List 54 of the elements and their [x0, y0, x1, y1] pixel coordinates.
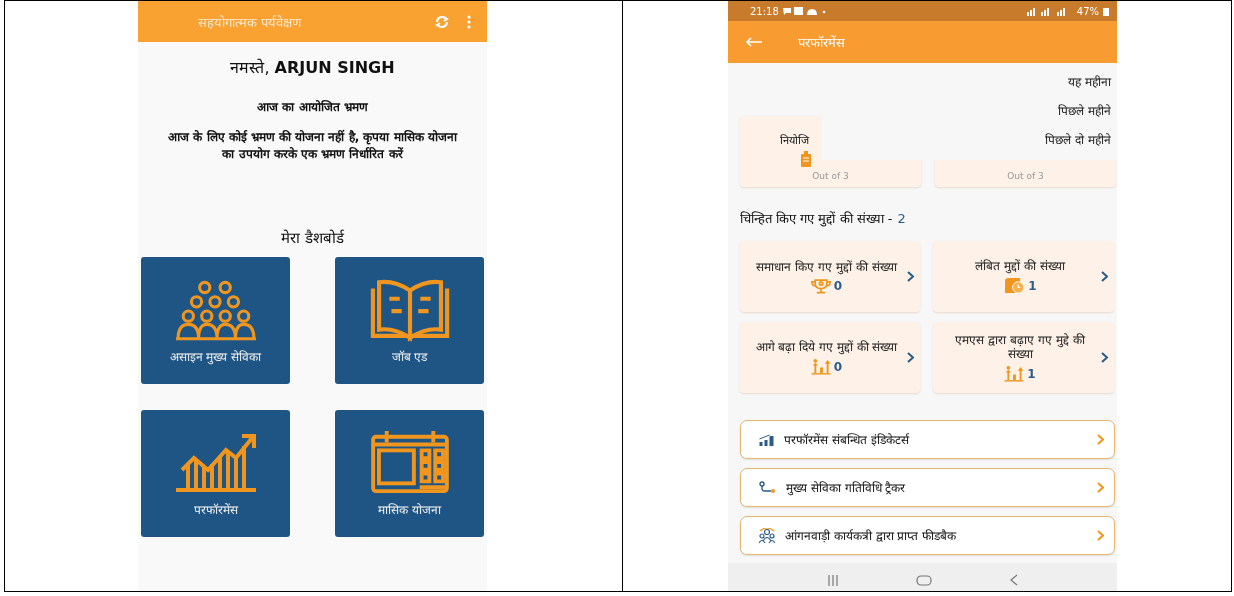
- issue-card[interactable]: समाधान किए गए मुद्दों की संख्या 0: [740, 241, 920, 312]
- card-caption: Out of 3: [1007, 171, 1044, 181]
- card-title: नियोजि: [780, 133, 809, 147]
- people-icon: [759, 527, 775, 544]
- dashboard-tile[interactable]: मासिक योजना: [335, 410, 484, 537]
- refresh-icon: [435, 14, 449, 29]
- issue-count: 2: [897, 211, 906, 226]
- issue-card[interactable]: लंबित मुद्दों की संख्या 1: [933, 241, 1114, 312]
- issue-card[interactable]: आगे बढ़ा दिये गए मुद्दों की संख्या 0: [740, 322, 920, 393]
- trophy-icon: [810, 277, 831, 294]
- dashboard-tile[interactable]: जॉब एड: [335, 257, 484, 384]
- chevron-right-icon: [1101, 352, 1108, 363]
- chevron-right-icon: [907, 271, 914, 282]
- chevron-right-icon: [1097, 530, 1104, 541]
- battery-text: 47%: [1076, 5, 1099, 17]
- dashboard-tile[interactable]: असाइन मुख्य सेविका: [141, 257, 290, 384]
- menu-link[interactable]: मुख्य सेविका गतिविधि ट्रैकर: [740, 468, 1115, 507]
- menu-item[interactable]: पिछले महीने: [1058, 102, 1111, 119]
- section-heading: आज का आयोजित भ्रमण: [257, 99, 368, 115]
- chevron-right-icon: [907, 352, 914, 363]
- route-icon: [759, 481, 776, 494]
- section-heading: चिन्हित किए गए मुद्दों की संख्या -: [740, 211, 893, 226]
- screen-title: परफॉरमेंस: [798, 34, 845, 51]
- clock-text: 21:18: [750, 5, 779, 17]
- chevron-right-icon: [1101, 271, 1108, 282]
- count-value: 0: [833, 278, 843, 293]
- menu-link[interactable]: आंगनवाड़ी कार्यकत्री द्वारा प्राप्त फीडबैक: [740, 516, 1115, 555]
- count-value: 1: [1027, 366, 1036, 381]
- menu-item[interactable]: यह महीना: [1068, 73, 1111, 90]
- battery-icon: [1103, 6, 1109, 16]
- chevron-right-icon: [1097, 434, 1104, 445]
- back-arrow-icon: [746, 37, 762, 47]
- bar-chart-icon: [759, 433, 774, 446]
- escalation-icon: [810, 358, 831, 375]
- back-icon: [1010, 574, 1019, 586]
- menu-item[interactable]: पिछले दो महीने: [1045, 131, 1111, 148]
- clock-document-icon: [1003, 277, 1026, 294]
- chevron-right-icon: [1097, 482, 1104, 493]
- section-heading: मेरा डैशबोर्ड: [281, 228, 344, 247]
- count-value: 1: [1028, 278, 1037, 293]
- clipboard-icon: [800, 151, 811, 167]
- escalation-icon: [1004, 365, 1025, 382]
- more-options-icon: [467, 14, 471, 29]
- count-value: 0: [833, 359, 843, 374]
- card-caption: Out of 3: [812, 171, 849, 181]
- message-text: आज के लिए कोई भ्रमण की योजना नहीं है, कृपया मासिक योजना का उपयोग करके एक भ्रमण निर्धारित करें: [167, 129, 459, 163]
- app-title: सहयोगात्मक पर्यवेक्षण: [198, 13, 302, 31]
- dashboard-tile[interactable]: परफॉरमेंस: [141, 410, 290, 537]
- issue-card[interactable]: एमएस द्वारा बढ़ाए गए मुद्दे की संख्या 1: [933, 322, 1114, 393]
- recent-apps-icon: [826, 574, 839, 586]
- menu-link[interactable]: परफॉरमेंस संबन्धित इंडिकेटर्स: [740, 420, 1115, 459]
- greeting: नमस्ते, ARJUN SINGH: [230, 57, 395, 78]
- home-icon: [916, 574, 933, 586]
- notification-icons: [782, 6, 827, 16]
